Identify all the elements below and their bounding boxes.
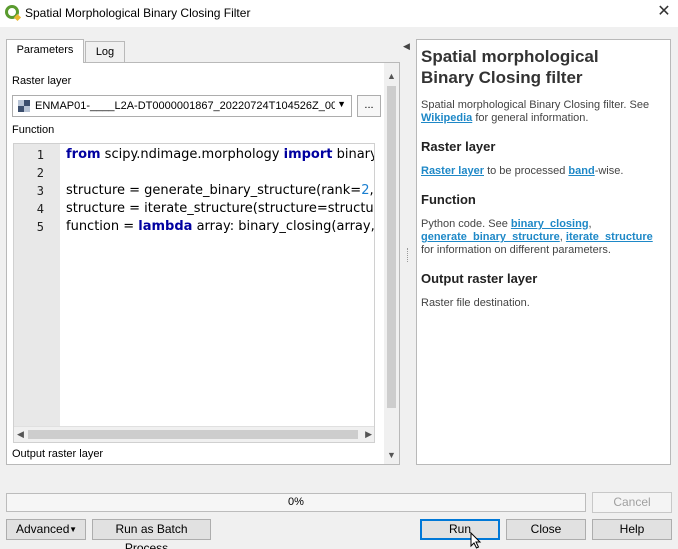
code-token: function =: [66, 219, 139, 234]
scroll-right-icon[interactable]: ▶: [365, 429, 372, 440]
binary-closing-link[interactable]: binary_closing: [511, 218, 589, 230]
run-as-batch-button[interactable]: Run as Batch Process...: [92, 519, 211, 549]
line-number-gutter: 1 2 3 4 5: [14, 144, 60, 428]
code-editor[interactable]: 1 2 3 4 5 from scipy.ndimage.morphology …: [13, 143, 375, 443]
help-heading-raster: Raster layer: [421, 139, 496, 154]
raster-layer-combobox[interactable]: ENMAP01-____L2A-DT0000001867_20220724T10…: [12, 95, 352, 117]
code-token: array: binary_closing(array,: [192, 219, 375, 234]
splitter-handle[interactable]: [407, 248, 410, 262]
scroll-up-icon[interactable]: ▲: [387, 71, 396, 81]
generate-binary-structure-link[interactable]: generate_binary_structure: [421, 231, 560, 243]
code-line: structure = generate_binary_structure(ra…: [66, 183, 374, 198]
browse-button[interactable]: ...: [357, 95, 381, 117]
code-token: structure = iterate_structure(structure=…: [66, 201, 374, 216]
scroll-thumb[interactable]: [387, 86, 396, 408]
window-title: Spatial Morphological Binary Closing Fil…: [25, 6, 251, 20]
help-panel: Spatial morphological Binary Closing fil…: [416, 39, 671, 465]
scroll-left-icon[interactable]: ◀: [17, 429, 24, 440]
code-token: binary_: [336, 147, 374, 162]
progress-bar: 0%: [6, 493, 586, 512]
line-number: 3: [36, 184, 44, 198]
close-window-icon[interactable]: ✕: [654, 2, 674, 22]
tab-log[interactable]: Log: [85, 41, 125, 63]
line-number: 4: [36, 202, 44, 216]
help-raster-text: Raster layer to be processed band-wise.: [421, 165, 624, 177]
help-output-text: Raster file destination.: [421, 297, 530, 309]
scroll-down-icon[interactable]: ▼: [387, 450, 396, 460]
help-heading-output: Output raster layer: [421, 271, 538, 286]
code-token: structure = generate_binary_structure(ra…: [66, 183, 362, 198]
raster-layer-value: ENMAP01-____L2A-DT0000001867_20220724T10…: [35, 100, 335, 112]
cancel-button[interactable]: Cancel: [592, 492, 672, 513]
advanced-dropdown-button[interactable]: Advanced ▼: [6, 519, 86, 540]
help-intro: Spatial morphological Binary Closing fil…: [421, 99, 650, 124]
code-line: structure = iterate_structure(structure=…: [66, 201, 374, 216]
code-token: lambda: [138, 219, 193, 234]
title-bar: Spatial Morphological Binary Closing Fil…: [0, 0, 678, 27]
code-token: import: [283, 147, 333, 162]
scroll-thumb[interactable]: [28, 430, 358, 439]
code-line: from scipy.ndimage.morphology import bin…: [66, 147, 374, 162]
line-number: 2: [36, 166, 44, 180]
iterate-structure-link[interactable]: iterate_structure: [566, 231, 653, 243]
qgis-logo-icon: [5, 5, 19, 19]
help-button[interactable]: Help: [592, 519, 672, 540]
panel-vertical-scrollbar[interactable]: ▲ ▼: [384, 63, 399, 464]
parameters-panel: Raster layer ENMAP01-____L2A-DT000000186…: [6, 62, 400, 465]
band-link[interactable]: band: [568, 165, 594, 177]
function-label: Function: [12, 124, 55, 136]
raster-layer-icon: [18, 100, 30, 112]
line-number: 1: [36, 148, 44, 162]
tab-parameters[interactable]: Parameters: [6, 39, 84, 63]
code-line: function = lambda array: binary_closing(…: [66, 219, 375, 234]
code-token: ,: [369, 183, 374, 198]
chevron-down-icon: ▼: [69, 525, 77, 534]
help-function-text: Python code. See binary_closing, generat…: [421, 218, 653, 256]
mouse-pointer-icon: [470, 532, 482, 549]
code-token: from: [66, 147, 101, 162]
editor-horizontal-scrollbar[interactable]: ◀ ▶: [14, 426, 374, 442]
wikipedia-link[interactable]: Wikipedia: [421, 112, 472, 124]
chevron-down-icon: ▼: [337, 99, 346, 109]
close-button[interactable]: Close: [506, 519, 586, 540]
line-number: 5: [36, 220, 44, 234]
run-button[interactable]: Run: [420, 519, 500, 540]
code-token: scipy.ndimage.morphology: [100, 147, 284, 162]
output-raster-label: Output raster layer: [12, 448, 104, 460]
raster-layer-link[interactable]: Raster layer: [421, 165, 484, 177]
raster-layer-label: Raster layer: [12, 75, 72, 87]
collapse-left-icon[interactable]: ◀: [403, 41, 410, 52]
help-heading-function: Function: [421, 192, 476, 207]
help-title: Spatial morphological Binary Closing fil…: [421, 47, 599, 87]
